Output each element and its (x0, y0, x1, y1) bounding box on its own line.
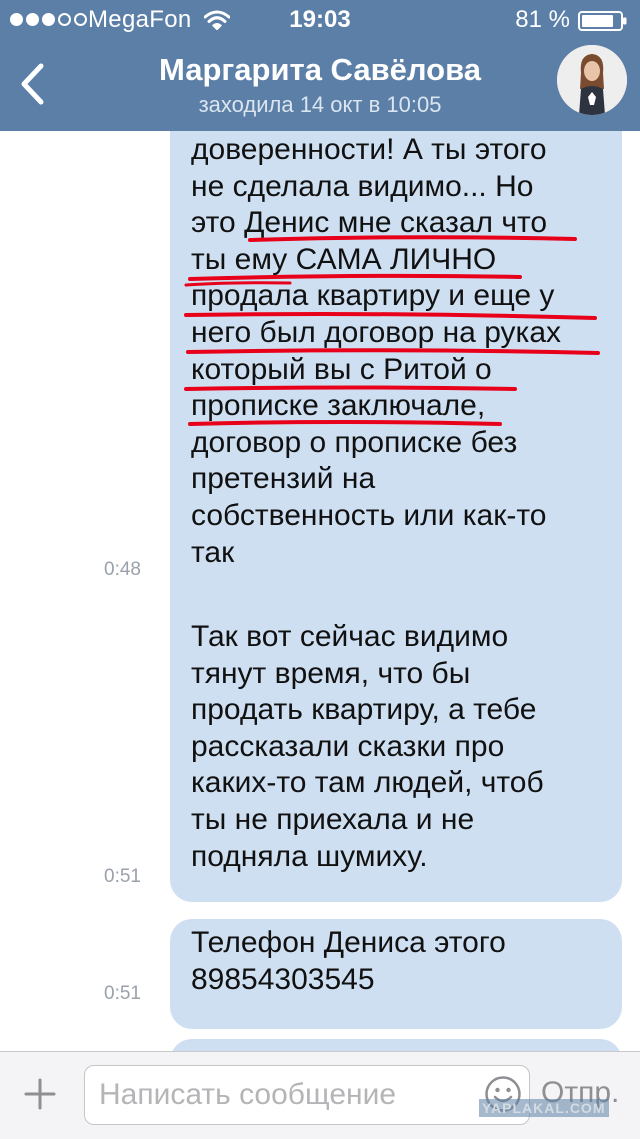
navigation-bar: Маргарита Савёлова заходила 14 окт в 10:… (0, 40, 640, 131)
message-line: доверенности! А ты этого (191, 133, 547, 166)
message-composer: Отпр. YAPLAKAL.COM (0, 1051, 640, 1139)
message-line: каких-то там людей, чтоб (191, 766, 544, 800)
battery-icon (578, 11, 627, 31)
status-bar: MegaFon 19:03 81 % (0, 0, 640, 40)
message-line: рассказали сказки про (191, 729, 505, 763)
avatar-photo (557, 45, 627, 115)
message-bubble-partial[interactable] (170, 1039, 622, 1051)
message-line: претензий на (191, 462, 376, 496)
message-bubble[interactable]: Телефон Дениса этого 89854303545 (170, 919, 622, 1029)
plus-icon (24, 1078, 56, 1110)
message-line: Телефон Дениса этого (191, 926, 506, 959)
battery-percent: 81 % (515, 6, 570, 33)
message-time: 0:48 (104, 559, 141, 580)
message-bubble[interactable]: Так вот сейчас видимо тянут время, что б… (170, 611, 622, 902)
message-line: продала квартиру и еще у (191, 279, 555, 313)
last-seen-status: заходила 14 окт в 10:05 (198, 92, 442, 117)
message-time: 0:51 (104, 983, 141, 1004)
top-bar: MegaFon 19:03 81 % Маргарита Савёлова за… (0, 0, 640, 131)
message-line: это Денис мне сказал что (191, 206, 548, 240)
message-line: собственность или как-то (191, 498, 547, 532)
message-line: так (191, 535, 235, 569)
attach-button[interactable] (16, 1070, 64, 1118)
message-line: ты не приехала и не (191, 802, 475, 836)
avatar[interactable] (557, 45, 627, 115)
message-line: тянут время, что бы (191, 656, 471, 690)
message-line: который вы с Ритой о (191, 352, 492, 386)
message-line: подняла шумиху. (191, 839, 428, 873)
watermark: YAPLAKAL.COM (479, 1099, 609, 1117)
message-line: продать квартиру, а тебе (191, 693, 537, 727)
message-line: него был договор на руках (191, 315, 562, 349)
message-line: 89854303545 (191, 962, 375, 996)
message-line: не сделала видимо... Но (191, 169, 534, 203)
message-input[interactable] (84, 1065, 530, 1125)
message-time: 0:51 (104, 866, 141, 887)
message-line: договор о прописке без (191, 425, 518, 459)
message-list[interactable]: доверенности! А ты этого не сделала види… (0, 131, 640, 1051)
message-line: ты ему САМА ЛИЧНО (191, 242, 497, 276)
message-line: Так вот сейчас видимо (191, 620, 509, 653)
contact-name[interactable]: Маргарита Савёлова (0, 52, 640, 88)
message-line: прописке заключале, (191, 389, 486, 423)
